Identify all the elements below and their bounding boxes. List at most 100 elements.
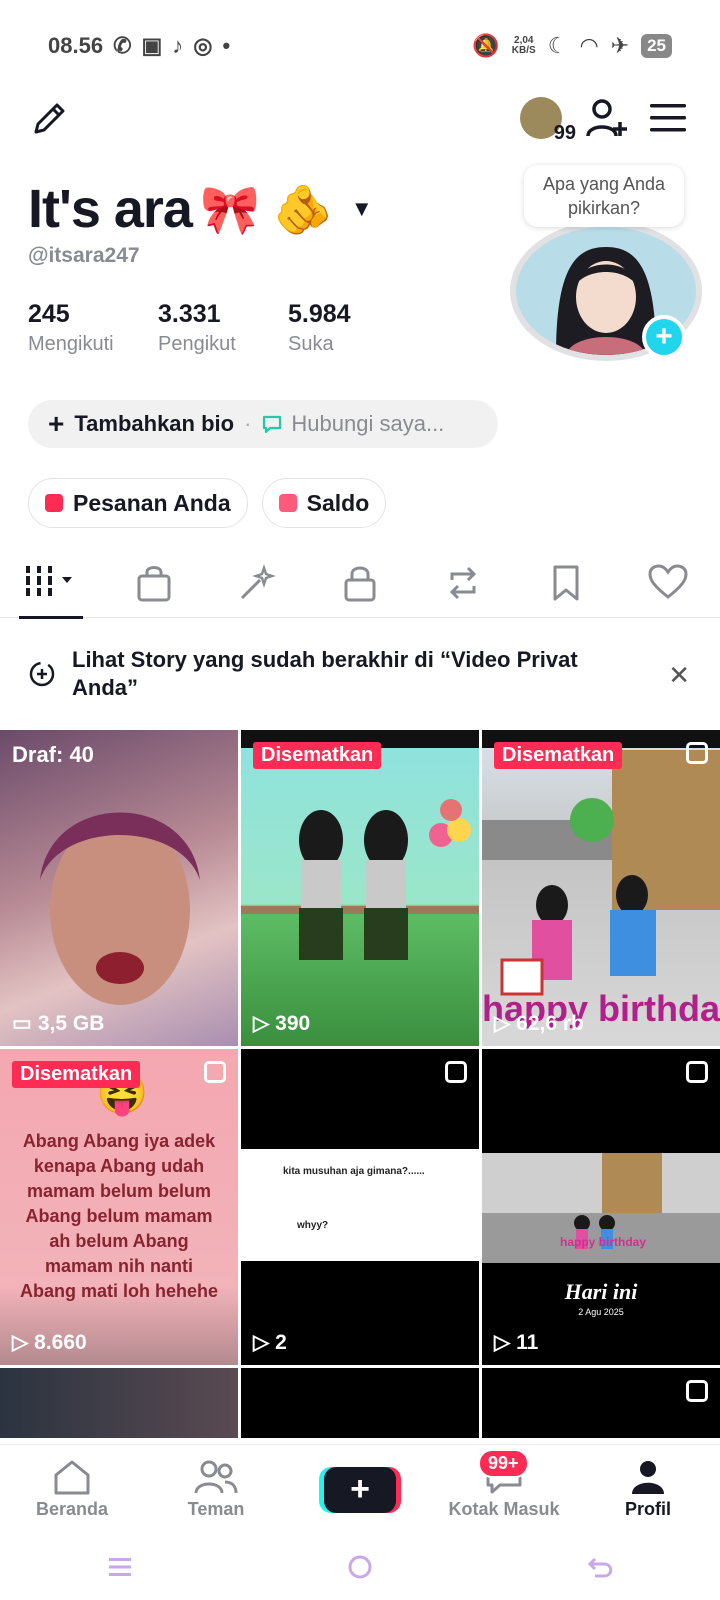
video-call-icon: ▣ (141, 33, 163, 58)
whatsapp-icon: ✆ (113, 33, 132, 58)
wifi-icon: ◠ (579, 33, 599, 58)
mute-icon: 🔕 (472, 33, 500, 58)
thought-bubble[interactable]: Apa yang Anda pikirkan? (524, 165, 684, 227)
tab-reposts[interactable] (423, 560, 503, 618)
separator-dot: · (244, 411, 252, 436)
storage-size: ▭ 3,5 GB (12, 1011, 104, 1036)
menu-icon[interactable] (650, 102, 686, 134)
story-plus-icon (29, 661, 55, 687)
tab-shop[interactable] (114, 560, 194, 618)
stat-likes[interactable]: 5.984 Suka (288, 300, 374, 356)
tab-videos[interactable] (11, 560, 91, 619)
date-subtitle: 2 Agu 2025 (578, 1307, 624, 1317)
nav-inbox-label: Kotak Masuk (448, 1499, 560, 1519)
add-bio-button[interactable]: Tambahkan bio (74, 411, 234, 437)
comment-2: whyy? (297, 1220, 329, 1231)
nav-friends[interactable]: Teman (144, 1445, 288, 1534)
stat-value: 3.331 (158, 300, 221, 328)
account-switch-chevron-icon[interactable]: ▼ (351, 196, 373, 222)
video-thumbnail[interactable] (482, 1368, 720, 1438)
chat-bubble-icon (263, 415, 282, 434)
orders-button[interactable]: Pesanan Anda (28, 478, 248, 528)
stat-following[interactable]: 245 Mengikuti (28, 300, 114, 356)
multi-photo-icon (686, 1061, 708, 1083)
bottom-navigation: Beranda Teman + 99+ Kotak Masuk Profil (0, 1444, 720, 1534)
instagram-icon: ◎ (193, 33, 213, 58)
video-thumbnail[interactable]: 😝 Abang Abang iya adek kenapa Abang udah… (0, 1049, 238, 1365)
stat-followers[interactable]: 3.331 Pengikut (158, 300, 244, 356)
nav-home-label: Beranda (35, 1499, 109, 1519)
view-value: 8.660 (34, 1330, 87, 1354)
nav-friends-label: Teman (187, 1499, 245, 1519)
bookmark-icon (553, 565, 579, 601)
shopping-bag-icon (45, 494, 63, 512)
tab-favorites[interactable] (526, 560, 606, 618)
pinned-badge: Disematkan (494, 742, 623, 769)
tab-liked[interactable] (628, 560, 708, 618)
stat-label: Pengikut (158, 333, 236, 355)
top-right-actions: 99 (520, 96, 686, 144)
video-thumbnail[interactable] (0, 1368, 238, 1438)
view-count: ▷ 62,6 rb (494, 1011, 584, 1036)
plus-icon: + (48, 408, 65, 439)
stat-value: 5.984 (288, 300, 351, 328)
video-thumbnail[interactable] (241, 1368, 479, 1438)
contact-link[interactable]: Hubungi saya... (291, 411, 444, 437)
back-icon[interactable] (587, 1555, 613, 1579)
grid-icon (24, 566, 73, 596)
view-count: ▷ 2 (253, 1330, 287, 1355)
multi-photo-icon (445, 1061, 467, 1083)
video-thumbnail-drafts[interactable]: Draf: 40 ▭ 3,5 GB (0, 730, 238, 1046)
balance-label: Saldo (306, 489, 370, 516)
repost-icon (449, 566, 476, 600)
drafts-label: Draf: 40 (12, 742, 94, 767)
view-value: 11 (516, 1330, 539, 1354)
multi-photo-icon (686, 1380, 708, 1402)
pencil-icon (34, 103, 65, 134)
moon-icon: ☾ (547, 33, 568, 58)
video-thumbnail[interactable]: Disematkan ▷ 390 (241, 730, 479, 1046)
drafts-thumbnail-image (40, 812, 200, 1005)
multi-photo-icon (686, 742, 708, 764)
balance-button[interactable]: Saldo (261, 478, 387, 528)
home-button-icon[interactable] (347, 1554, 373, 1580)
username: @itsara247 (28, 244, 140, 267)
view-value: 62,6 rb (516, 1011, 584, 1035)
profile-stats: 245 Mengikuti 3.331 Pengikut 5.984 Suka (28, 300, 374, 356)
friends-icon (194, 1460, 238, 1494)
add-story-button[interactable]: + (642, 315, 686, 359)
tiktok-icon: ♪ (172, 33, 184, 58)
nav-home[interactable]: Beranda (0, 1445, 144, 1534)
nav-inbox[interactable]: 99+ Kotak Masuk (432, 1445, 576, 1534)
close-icon[interactable]: ✕ (668, 660, 690, 691)
edit-profile-button[interactable] (30, 98, 70, 138)
airplane-icon: ✈ (610, 33, 630, 58)
comment-1: kita musuhan aja gimana?...... (283, 1166, 425, 1177)
bio-row[interactable]: + Tambahkan bio · Hubungi saya... (28, 400, 498, 448)
video-caption: Abang Abang iya adek kenapa Abang udah m… (19, 1131, 219, 1301)
recent-apps-icon[interactable] (107, 1556, 133, 1578)
orders-label: Pesanan Anda (73, 489, 231, 516)
nav-create[interactable]: + (288, 1445, 432, 1534)
video-thumbnail[interactable]: happy birthda Disematkan ▷ 62,6 rb (482, 730, 720, 1046)
add-friend-icon[interactable] (584, 96, 628, 140)
inbox-badge: 99+ (478, 1449, 529, 1478)
tab-private[interactable] (320, 560, 400, 618)
battery-indicator: 25 (641, 34, 672, 58)
tab-sparkle[interactable] (217, 560, 297, 618)
friends-avatar-button[interactable]: 99 (520, 97, 576, 144)
nav-profile[interactable]: Profil (576, 1445, 720, 1534)
view-count: ▷ 11 (494, 1330, 538, 1355)
status-bar: 08.56 ✆ ▣ ♪ ◎ • 🔕 2,04 KB/S ☾ ◠ ✈ 25 (0, 0, 720, 92)
create-button[interactable]: + (324, 1466, 396, 1513)
video-thumbnail[interactable]: happy birthday Hari ini 2 Agu 2025 ▷ 11 (482, 1049, 720, 1365)
video-thumbnail[interactable]: kita musuhan aja gimana?...... whyy? ▷ 2 (241, 1049, 479, 1365)
video-thumbnail-image (241, 730, 479, 960)
display-name-row[interactable]: It's ara 🎀 🫵 ▼ (28, 178, 373, 240)
multi-photo-icon (204, 1061, 226, 1083)
play-icon: ▷ (494, 1331, 511, 1354)
display-name: It's ara (28, 179, 193, 239)
comment-screenshot: kita musuhan aja gimana?...... whyy? (241, 1149, 479, 1261)
story-archive-banner[interactable]: Lihat Story yang sudah berakhir di “Vide… (0, 636, 720, 712)
profile-icon (632, 1461, 664, 1494)
